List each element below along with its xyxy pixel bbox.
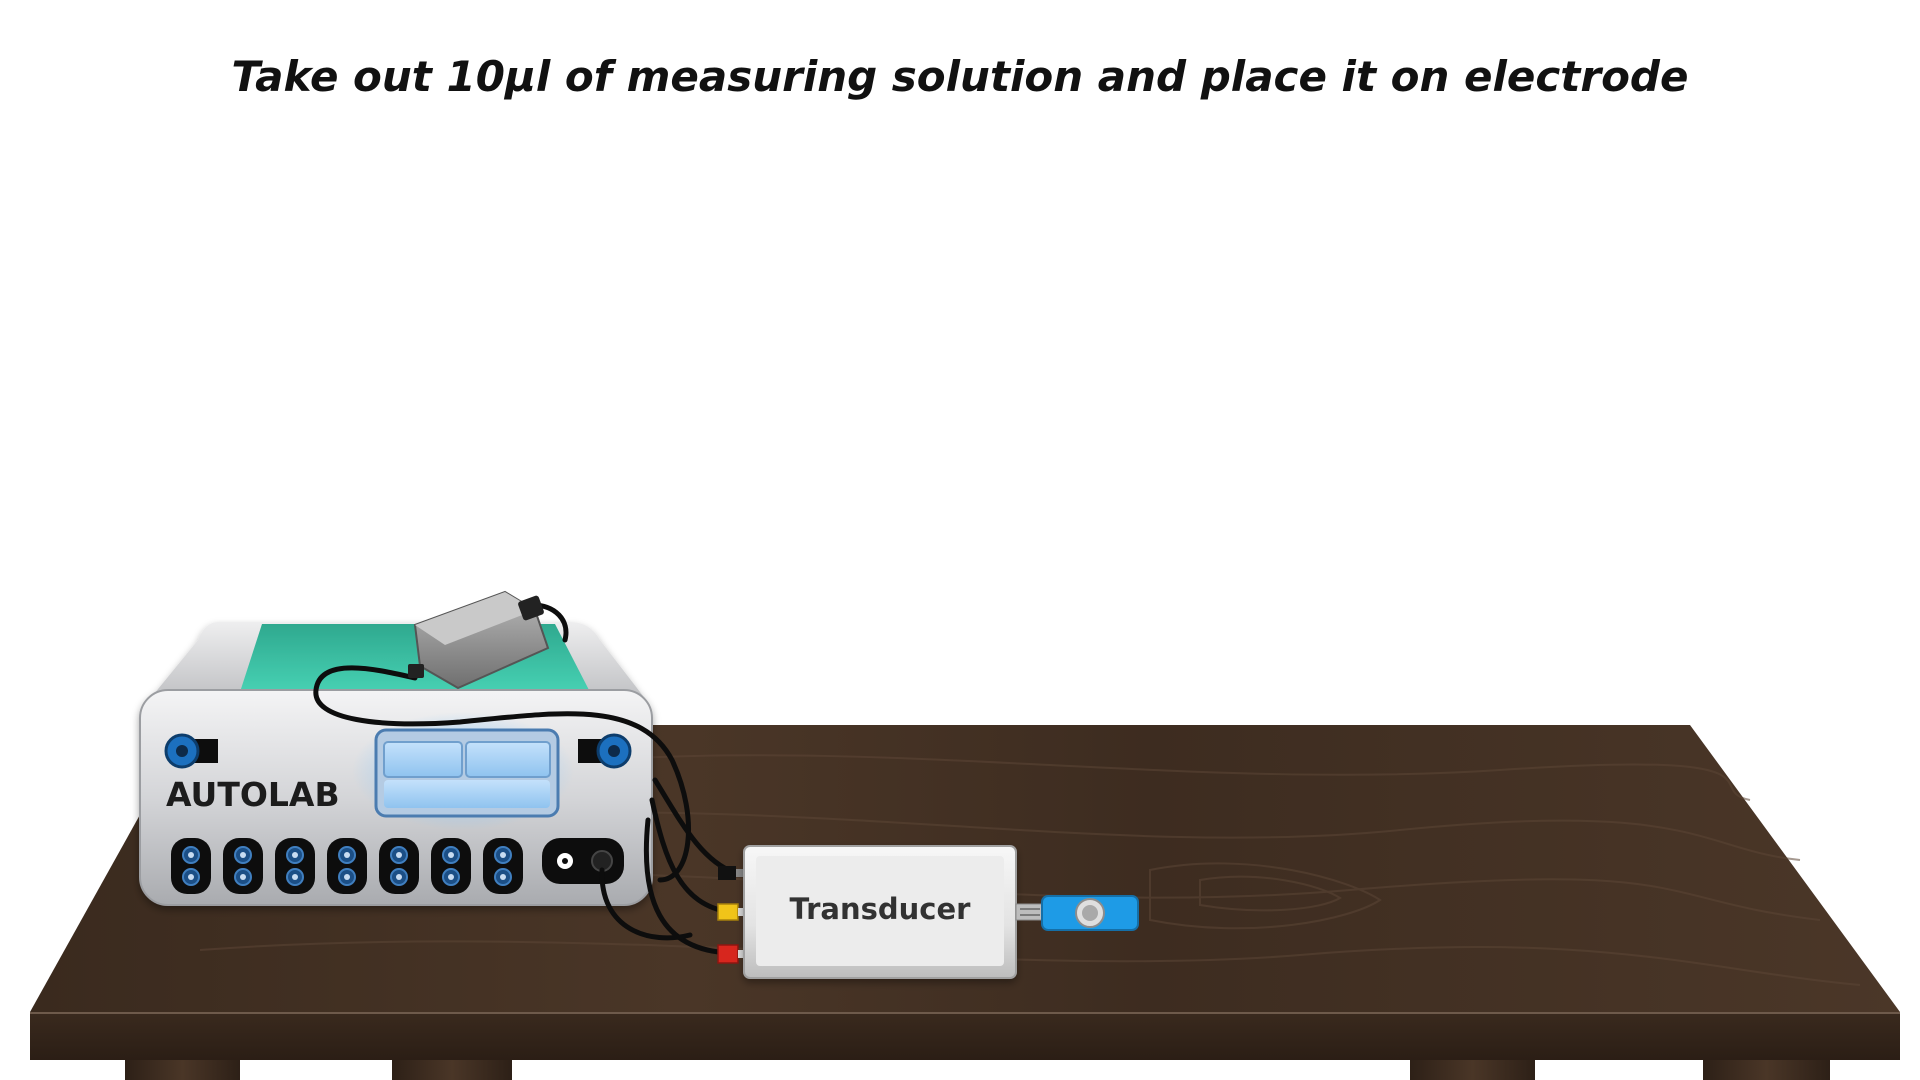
connector-port[interactable] [483, 838, 523, 894]
connector-port[interactable] [223, 838, 263, 894]
connector-port[interactable] [275, 838, 315, 894]
autolab-instrument[interactable]: AUTOLAB [139, 622, 653, 906]
connector-port[interactable] [431, 838, 471, 894]
experiment-stage: Take out 10µl of measuring solution and … [0, 0, 1920, 1080]
display-panel-bottom [384, 780, 550, 808]
display-panel-left [383, 741, 463, 778]
transducer[interactable]: Transducer [743, 845, 1017, 979]
connector-port[interactable] [171, 838, 211, 894]
power-port[interactable] [542, 838, 624, 884]
table-front-edge [30, 1012, 1900, 1060]
connector-port[interactable] [379, 838, 419, 894]
transducer-label: Transducer [790, 892, 972, 926]
display-panel-right [465, 741, 551, 778]
lab-scene: AUTOLAB Transducer [30, 590, 1900, 1080]
right-indicator[interactable] [578, 733, 632, 769]
autolab-label: AUTOLAB [166, 775, 340, 814]
left-indicator[interactable] [164, 733, 218, 769]
connector-port[interactable] [327, 838, 367, 894]
